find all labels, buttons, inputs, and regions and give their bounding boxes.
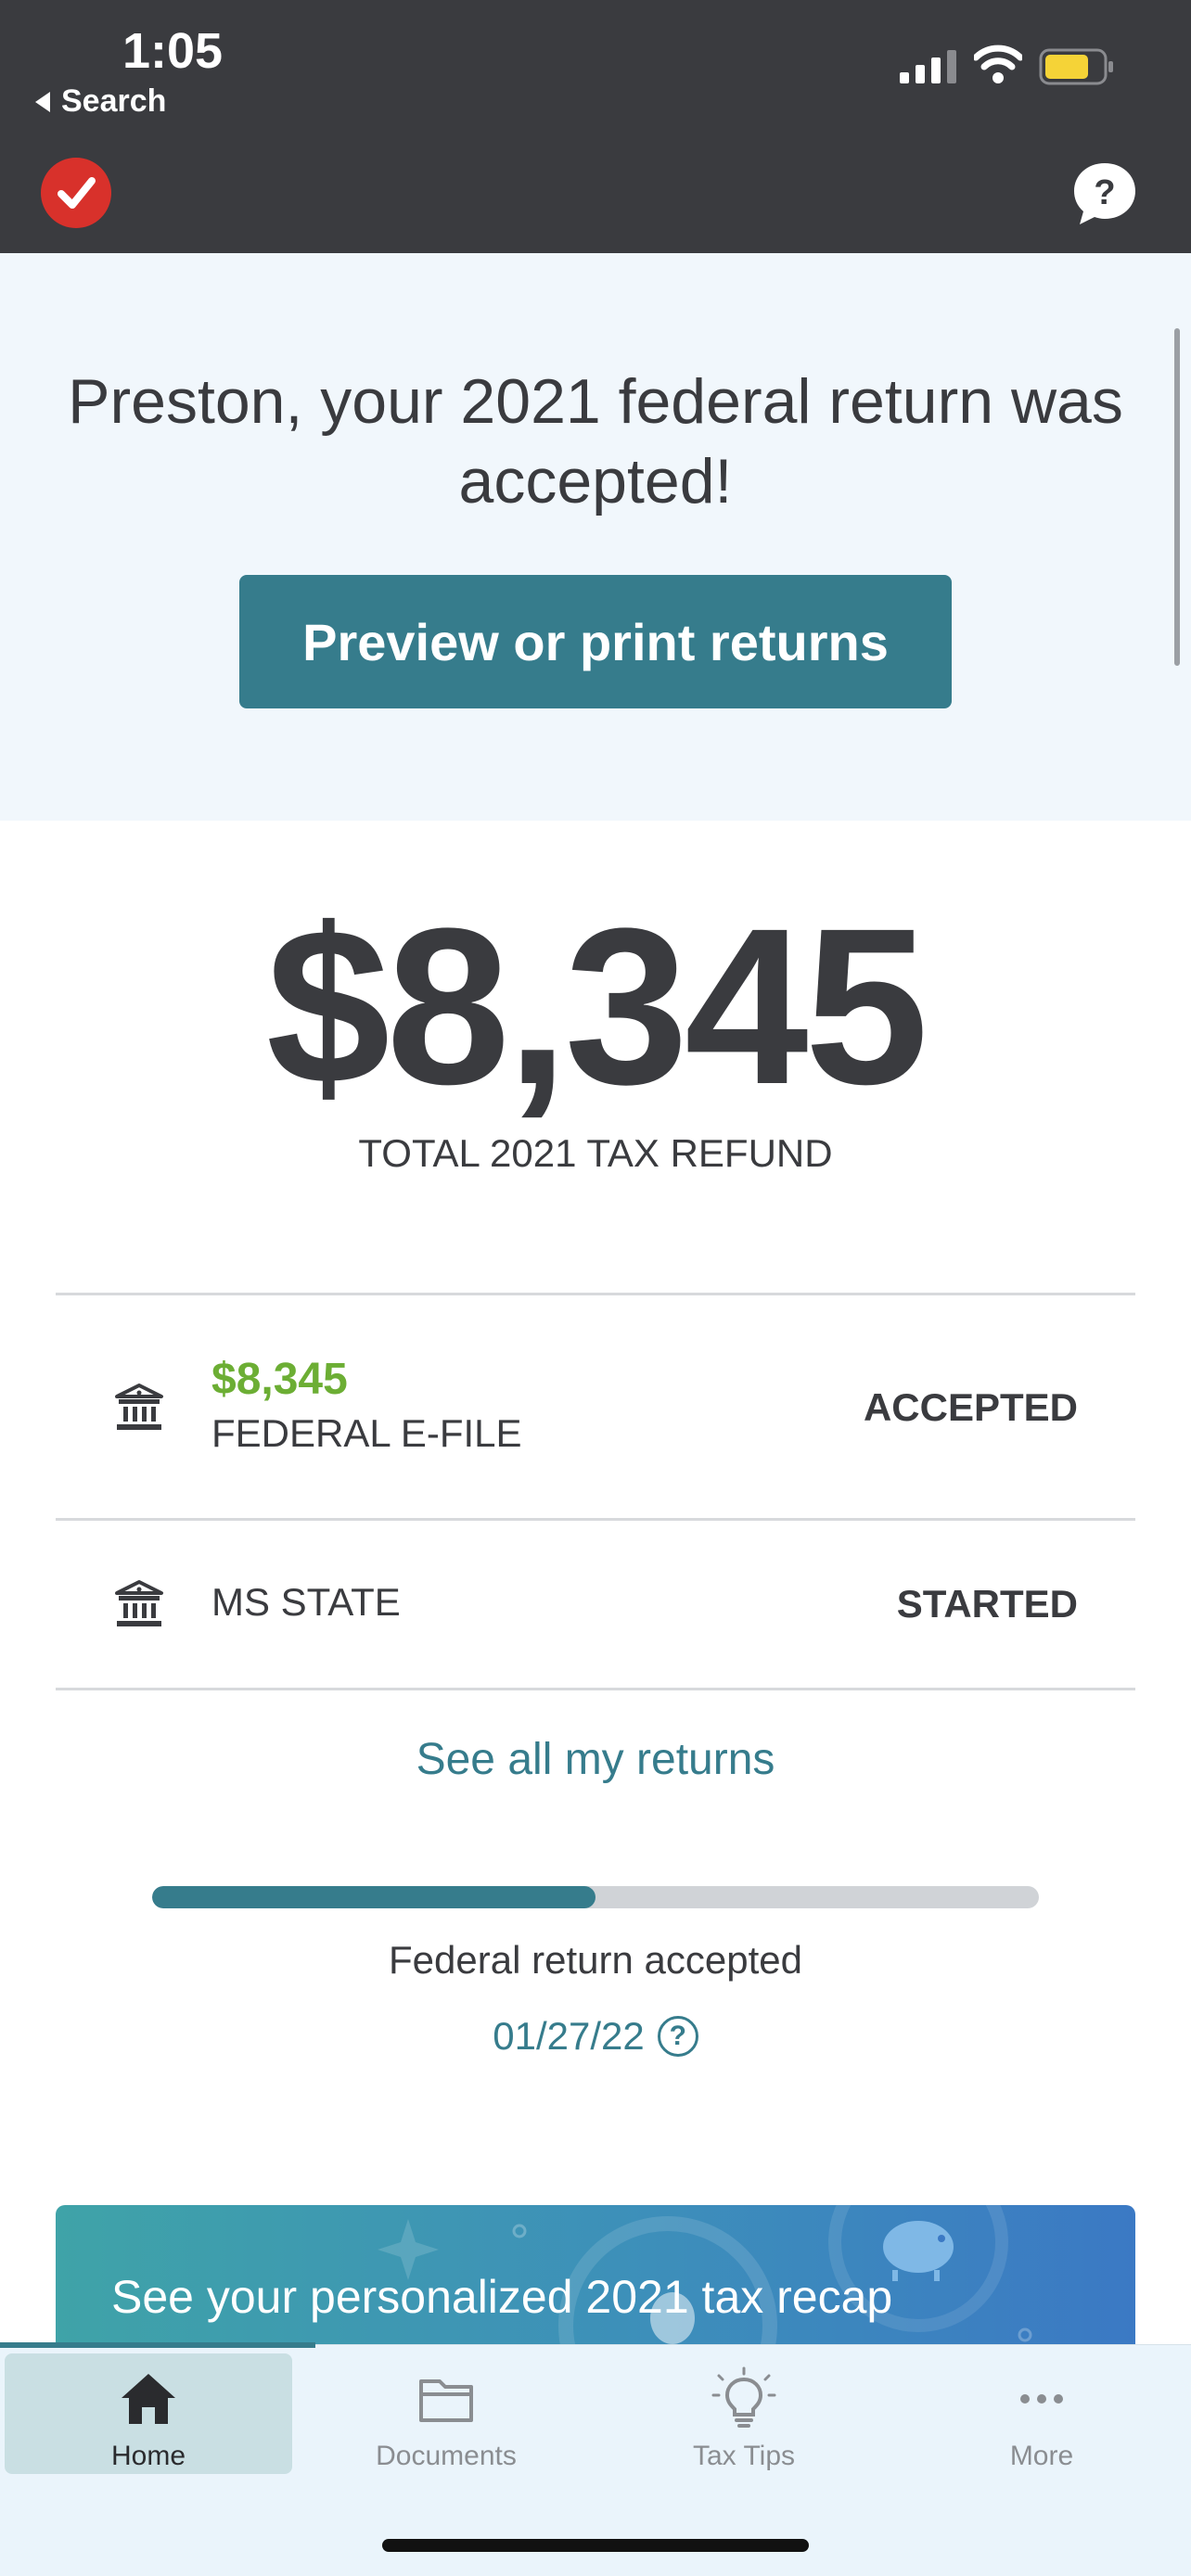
question-circle-icon[interactable]: ? xyxy=(657,2016,698,2057)
lightbulb-icon xyxy=(711,2366,776,2428)
scrollbar[interactable] xyxy=(1174,328,1180,666)
home-indicator xyxy=(382,2539,809,2552)
return-progress-bar xyxy=(152,1886,1039,1908)
tab-documents[interactable]: Documents xyxy=(302,2353,590,2474)
page-title: Preston, your 2021 federal return was ac… xyxy=(68,366,1123,516)
government-building-icon xyxy=(115,1580,163,1626)
back-arrow-icon xyxy=(35,91,50,112)
cellular-signal-icon xyxy=(900,50,956,83)
tax-recap-text: See your personalized 2021 tax recap xyxy=(111,2271,893,2323)
tab-more[interactable]: More xyxy=(898,2353,1185,2474)
state-return-label: MS STATE xyxy=(211,1580,401,1624)
help-chat-icon[interactable]: ? xyxy=(1070,159,1139,228)
divider xyxy=(56,1688,1135,1690)
federal-efile-label: FEDERAL E-FILE xyxy=(211,1411,522,1455)
status-time: 1:05 xyxy=(122,23,224,79)
progress-fill xyxy=(152,1886,596,1908)
folder-icon xyxy=(419,2379,473,2422)
back-to-search-link[interactable]: Search xyxy=(35,83,166,120)
government-building-icon xyxy=(115,1384,163,1430)
tab-tax-tips[interactable]: Tax Tips xyxy=(600,2353,888,2474)
turbotax-logo-icon[interactable] xyxy=(41,158,111,228)
tab-tax-tips-label: Tax Tips xyxy=(692,2441,796,2471)
tab-home[interactable]: Home xyxy=(5,2353,292,2474)
federal-refund-amount: $8,345 xyxy=(211,1355,348,1404)
wifi-icon xyxy=(974,45,1022,83)
checkmark-icon xyxy=(58,177,96,209)
federal-status-badge: ACCEPTED xyxy=(863,1385,1078,1429)
state-status-badge: STARTED xyxy=(896,1582,1078,1626)
battery-icon xyxy=(1039,48,1113,85)
preview-print-button[interactable]: Preview or print returns xyxy=(239,575,952,708)
active-tab-indicator xyxy=(0,2342,315,2348)
progress-date: 01/27/22 xyxy=(493,2014,645,2058)
see-all-returns-link[interactable]: See all my returns xyxy=(0,1734,1191,1785)
accepted-banner xyxy=(0,253,1191,821)
back-label: Search xyxy=(61,83,167,119)
svg-text:?: ? xyxy=(1094,173,1115,212)
tab-home-label: Home xyxy=(110,2441,186,2471)
total-refund-amount: $8,345 xyxy=(265,882,928,1130)
tab-documents-label: Documents xyxy=(376,2441,517,2471)
more-icon xyxy=(1020,2394,1063,2404)
tab-more-label: More xyxy=(1009,2441,1074,2471)
tax-recap-card[interactable]: See your personalized 2021 tax recap xyxy=(56,2205,1135,2353)
total-refund-label: TOTAL 2021 TAX REFUND xyxy=(358,1131,833,1175)
progress-date-row: 01/27/22 ? xyxy=(0,2014,1191,2059)
home-icon xyxy=(122,2374,175,2424)
progress-status-text: Federal return accepted xyxy=(389,1938,802,1982)
